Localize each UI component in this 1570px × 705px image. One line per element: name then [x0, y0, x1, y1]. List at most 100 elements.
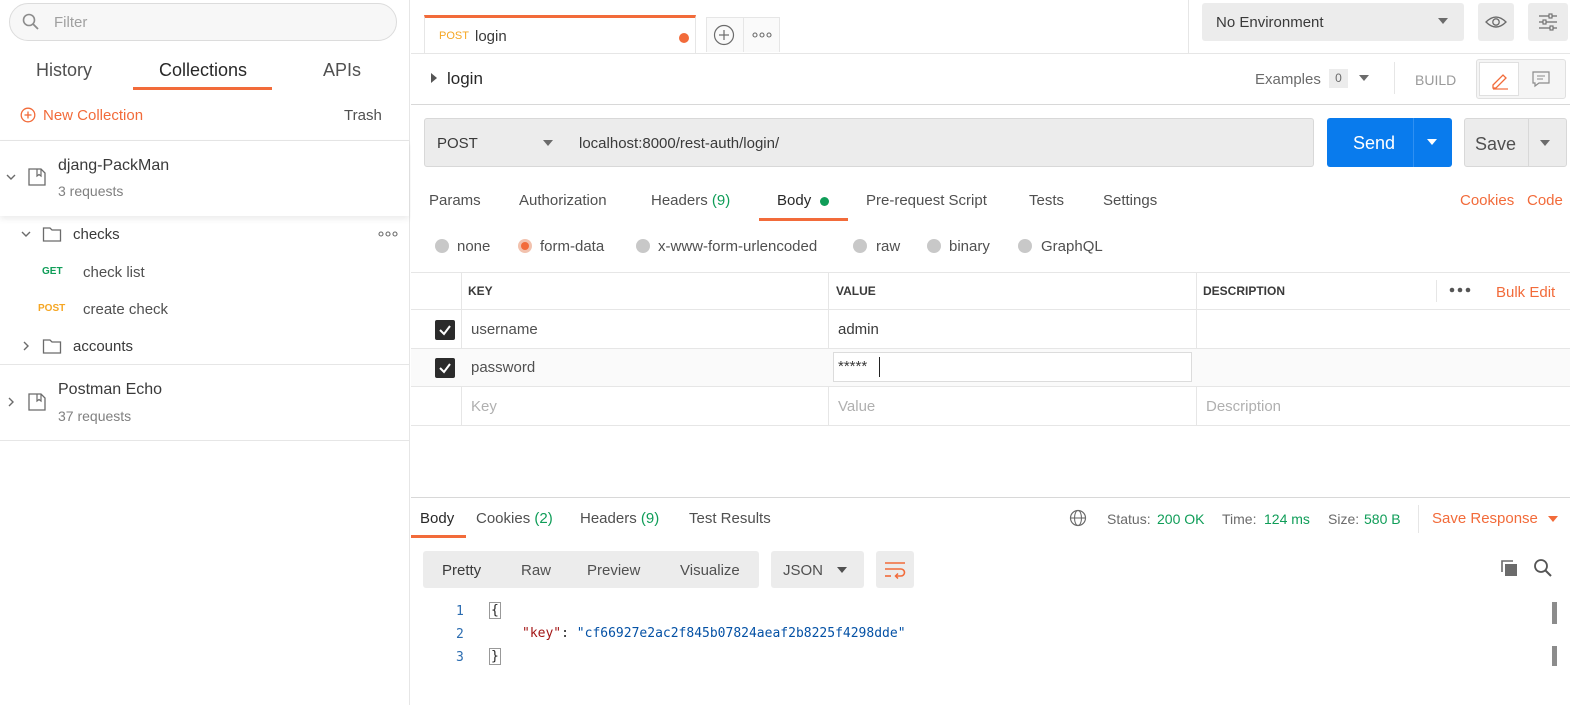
folder-item[interactable]: checks [0, 216, 409, 253]
row-value-input[interactable]: ***** [833, 352, 1192, 382]
folder-icon [42, 225, 62, 243]
radio-urlencoded[interactable] [636, 239, 650, 253]
folder-item[interactable]: accounts [0, 330, 409, 364]
build-label[interactable]: BUILD [1415, 72, 1456, 88]
save-button[interactable]: Save [1464, 118, 1567, 167]
caret-down-icon[interactable] [1540, 140, 1550, 147]
send-button[interactable]: Send [1327, 118, 1452, 167]
description-placeholder[interactable]: Description [1206, 398, 1281, 415]
radio-raw[interactable] [853, 239, 867, 253]
tab-body[interactable]: Body [777, 192, 811, 209]
url-input[interactable]: localhost:8000/rest-auth/login/ [567, 118, 1314, 167]
row-value[interactable]: admin [838, 321, 879, 338]
response-tab-cookies-label: Cookies [476, 510, 531, 527]
unsaved-dot [679, 33, 689, 43]
caret-down-icon[interactable] [1427, 139, 1437, 146]
method-label: POST [437, 135, 478, 152]
caret-right-icon[interactable] [430, 73, 438, 83]
new-collection-label: New Collection [43, 107, 144, 124]
tab-collections[interactable]: Collections [159, 60, 247, 81]
key-placeholder[interactable]: Key [471, 398, 497, 415]
examples-count: 0 [1329, 69, 1348, 88]
format-select[interactable]: JSON [771, 551, 864, 588]
save-response-button[interactable]: Save Response [1432, 510, 1538, 527]
tab-history[interactable]: History [36, 60, 92, 81]
time-value: 124 ms [1264, 511, 1310, 527]
view-visualize[interactable]: Visualize [680, 562, 740, 579]
code-link[interactable]: Code [1527, 192, 1563, 209]
radio-none[interactable] [435, 239, 449, 253]
response-tab-cookies[interactable]: Cookies (2) [476, 510, 553, 527]
table-row: username admin [411, 310, 1570, 348]
copy-icon[interactable] [1499, 558, 1519, 578]
response-tab-headers[interactable]: Headers (9) [580, 510, 659, 527]
environment-quick-look-button[interactable] [1478, 3, 1514, 41]
method-select[interactable]: POST [424, 118, 568, 167]
filter-input[interactable]: Filter [9, 3, 397, 41]
tab-settings[interactable]: Settings [1103, 192, 1157, 209]
chevron-right-icon[interactable] [5, 396, 17, 408]
radio-form-data[interactable] [518, 239, 532, 253]
comment-icon[interactable] [1531, 70, 1551, 88]
tab-tests[interactable]: Tests [1029, 192, 1064, 209]
response-tab-headers-count: (9) [640, 510, 660, 527]
status-value: 200 OK [1157, 511, 1205, 527]
request-tab[interactable]: POST login [424, 15, 696, 54]
plus-circle-icon[interactable] [713, 24, 735, 46]
tab-params[interactable]: Params [429, 192, 481, 209]
tab-apis[interactable]: APIs [323, 60, 361, 81]
value-placeholder[interactable]: Value [838, 398, 875, 415]
scrollbar-track[interactable] [1552, 600, 1558, 700]
view-pretty[interactable]: Pretty [442, 562, 481, 579]
environment-select[interactable]: No Environment [1202, 3, 1464, 41]
caret-down-icon[interactable] [1359, 75, 1369, 82]
method-badge: POST [38, 303, 66, 314]
collection-item[interactable]: djang-PackMan 3 requests [0, 141, 409, 216]
row-key[interactable]: username [471, 321, 538, 338]
caret-down-icon[interactable] [1548, 516, 1558, 523]
more-icon[interactable] [752, 31, 772, 39]
row-key[interactable]: password [471, 359, 535, 376]
settings-button[interactable] [1528, 3, 1568, 41]
view-raw[interactable]: Raw [521, 562, 551, 579]
request-title: login [447, 69, 483, 88]
scrollbar-thumb[interactable] [1552, 602, 1557, 624]
radio-form-data-label: form-data [540, 238, 605, 255]
view-preview[interactable]: Preview [587, 562, 640, 579]
chevron-down-icon[interactable] [20, 228, 32, 240]
more-icon[interactable] [1449, 287, 1471, 293]
edit-mode-button[interactable] [1479, 62, 1519, 96]
tab-headers[interactable]: Headers (9) [651, 192, 730, 209]
radio-binary[interactable] [927, 239, 941, 253]
tab-prerequest-script[interactable]: Pre-request Script [866, 192, 987, 209]
plus-circle-icon [20, 107, 36, 123]
chevron-right-icon[interactable] [20, 340, 32, 352]
globe-icon[interactable] [1069, 509, 1087, 527]
size-label: Size: [1328, 511, 1360, 527]
wrap-lines-button[interactable] [876, 551, 914, 588]
scrollbar-marker [1552, 646, 1557, 666]
new-tab-button[interactable] [706, 17, 780, 52]
examples-label[interactable]: Examples [1255, 71, 1321, 88]
trash-button[interactable]: Trash [344, 107, 382, 124]
filter-placeholder: Filter [54, 14, 88, 31]
search-icon[interactable] [1533, 558, 1553, 578]
response-tab-body[interactable]: Body [420, 510, 454, 527]
more-icon[interactable] [378, 230, 398, 238]
request-item[interactable]: POST create check [0, 293, 409, 325]
response-tab-cookies-count: (2) [534, 510, 553, 527]
bulk-edit-link[interactable]: Bulk Edit [1496, 284, 1555, 301]
response-tab-body-underline [411, 535, 466, 538]
response-tab-test-results[interactable]: Test Results [689, 510, 771, 527]
tab-authorization[interactable]: Authorization [519, 192, 607, 209]
row-checkbox[interactable] [435, 358, 455, 378]
response-body-code[interactable]: 1 2 3 { "key": "cf66927e2ac2f845b07824ae… [411, 600, 1551, 700]
radio-graphql[interactable] [1018, 239, 1032, 253]
row-checkbox[interactable] [435, 320, 455, 340]
collection-icon [27, 392, 47, 412]
chevron-down-icon[interactable] [5, 171, 17, 183]
collection-item[interactable]: Postman Echo 37 requests [0, 365, 409, 440]
request-item[interactable]: GET check list [0, 256, 409, 288]
cookies-link[interactable]: Cookies [1460, 192, 1514, 209]
json-line: "key": "cf66927e2ac2f845b07824aeaf2b8225… [522, 626, 906, 641]
